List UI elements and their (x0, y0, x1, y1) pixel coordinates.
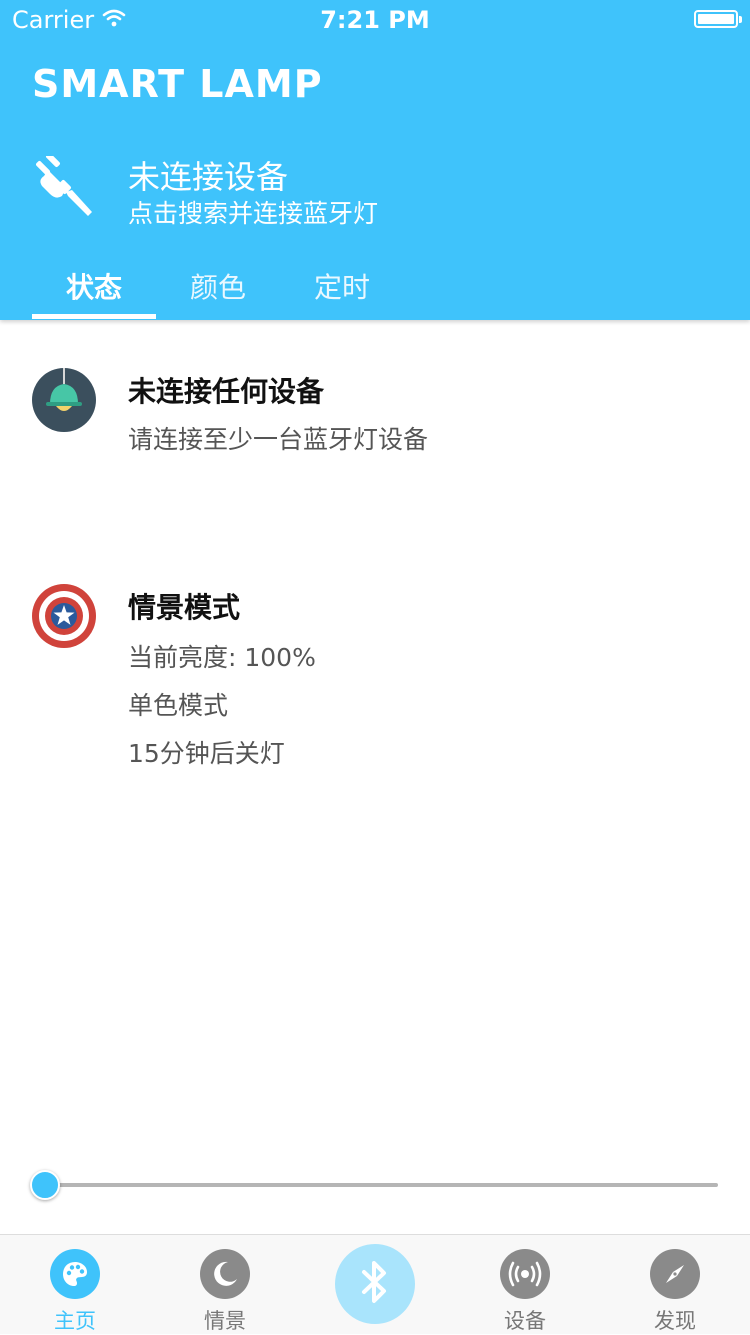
battery-icon (694, 10, 742, 28)
connection-subtitle[interactable]: 点击搜索并连接蓝牙灯 (128, 194, 378, 230)
brightness-label: 当前亮度: 100% (128, 643, 316, 672)
tabbar-scene[interactable]: 情景 (170, 1249, 280, 1335)
tab-color[interactable]: 颜色 (156, 266, 280, 306)
status-bar: Carrier 7:21 PM (0, 0, 750, 40)
brightness-slider[interactable] (30, 1168, 720, 1204)
scene-card[interactable]: 情景模式 当前亮度: 100% 单色模式 15分钟后关灯 (0, 576, 750, 776)
app-title: SMART LAMP (32, 62, 323, 106)
slider-track[interactable] (42, 1183, 718, 1187)
tabbar-home-label: 主页 (54, 1309, 96, 1333)
tab-bar-top: 状态 颜色 定时 (0, 262, 750, 320)
slider-thumb[interactable] (30, 1170, 60, 1200)
bottom-tab-bar: 主页 情景 设备 发现 (0, 1234, 750, 1334)
shield-icon (32, 584, 96, 652)
device-card[interactable]: 未连接任何设备 请连接至少一台蓝牙灯设备 (0, 360, 750, 470)
tabbar-discover-label: 发现 (654, 1309, 696, 1333)
bluetooth-icon (358, 1258, 392, 1310)
mode-label: 单色模式 (128, 691, 229, 720)
palette-icon (50, 1249, 100, 1299)
app-header: Carrier 7:21 PM SMART LAMP 未连接设备 点击搜索并连接… (0, 0, 750, 320)
lamp-icon (32, 368, 96, 436)
tabbar-home[interactable]: 主页 (20, 1249, 130, 1335)
tab-timer[interactable]: 定时 (280, 266, 404, 306)
device-card-subtitle: 请连接至少一台蓝牙灯设备 (128, 425, 429, 454)
broadcast-icon (500, 1249, 550, 1299)
bluetooth-button[interactable] (335, 1244, 415, 1324)
compass-icon (650, 1249, 700, 1299)
tabbar-discover[interactable]: 发现 (620, 1249, 730, 1335)
moon-icon (200, 1249, 250, 1299)
tabbar-device[interactable]: 设备 (470, 1249, 580, 1335)
tabbar-device-label: 设备 (504, 1309, 546, 1333)
tabbar-scene-label: 情景 (204, 1309, 246, 1333)
timer-label: 15分钟后关灯 (128, 739, 285, 768)
device-card-title: 未连接任何设备 (128, 375, 325, 408)
connection-title[interactable]: 未连接设备 (128, 152, 288, 198)
status-time: 7:21 PM (320, 6, 430, 34)
scene-card-title: 情景模式 (128, 591, 241, 624)
plug-icon[interactable] (36, 153, 92, 222)
tab-status[interactable]: 状态 (32, 266, 156, 306)
tab-indicator (32, 314, 156, 319)
